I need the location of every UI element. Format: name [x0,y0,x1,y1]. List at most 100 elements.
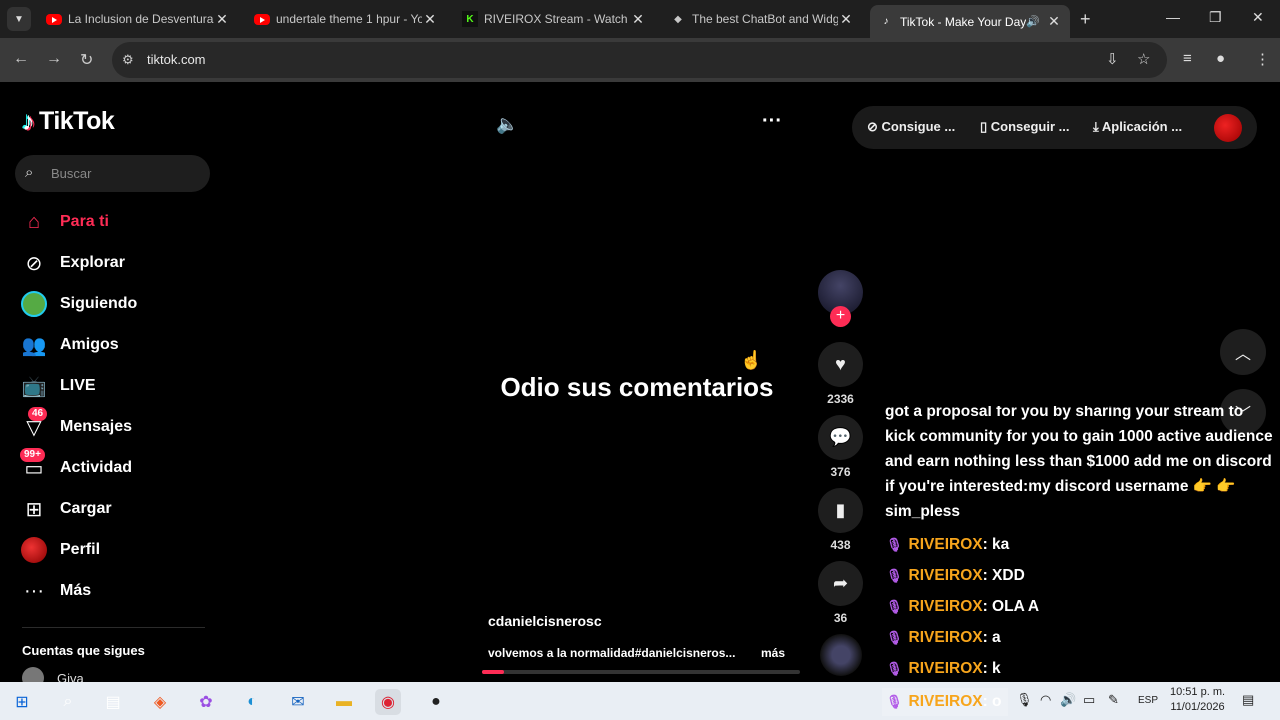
app-icon[interactable]: ● [423,689,449,715]
nav-label: Cargar [60,500,112,517]
previous-video-chevron-up-icon[interactable]: ︿ [1220,329,1266,375]
nav-item-siguiendo[interactable]: Siguiendo [18,286,208,322]
wifi-icon[interactable]: ◠ [1040,692,1051,708]
reload-icon[interactable]: ↻ [80,50,93,70]
download-app-button[interactable]: ⤓ Aplicación ... [1093,119,1182,135]
tab-search-chevron-icon[interactable]: ▼ [7,7,31,31]
browser-tab[interactable]: K RIVEIROX Stream - Watch Li ✕ [454,4,654,34]
music-disc-icon[interactable] [820,634,862,676]
user-avatar[interactable] [1214,114,1242,142]
nav-item-mas[interactable]: ··· Más [18,573,208,609]
like-count: 2336 [827,392,854,406]
video-author[interactable]: cdanielcisnerosc [488,613,602,629]
chat-username: RIVEIROX [908,629,983,646]
nav-item-explorar[interactable]: ⊘ Explorar [18,245,208,281]
chrome-icon[interactable]: ◉ [375,689,401,715]
search-box[interactable]: ⌕ [15,155,210,192]
browser-tab-bar: ▼ La Inclusion de Desventura ( ✕ underta… [0,0,1280,38]
browser-tab-active[interactable]: ♪ TikTok - Make Your Day 🔊 ✕ [870,5,1070,38]
like-heart-icon[interactable]: ♥ [818,342,863,387]
outlook-icon[interactable]: ✉ [285,689,311,715]
brave-icon[interactable]: ◈ [147,689,173,715]
close-tab-icon[interactable]: ✕ [838,11,854,28]
botrix-icon: ◆ [674,13,682,25]
microphone-icon: 🎙 [886,537,903,552]
more-dots-icon: ··· [24,579,44,602]
share-arrow-icon[interactable]: ➦ [818,561,863,606]
tiktok-logo[interactable]: ♪ TikTok [22,106,115,137]
windows-start-icon[interactable]: ⊞ [9,689,35,715]
video-progress-bar[interactable] [482,670,800,674]
close-window-icon[interactable]: ✕ [1252,9,1264,26]
live-tv-icon: 📺 [21,375,47,398]
nav-label: Mensajes [60,418,133,435]
install-app-icon[interactable]: ⇩ [1106,50,1119,68]
url-text[interactable]: tiktok.com [147,52,206,67]
battery-icon[interactable]: ▭ [1083,692,1095,708]
new-tab-icon[interactable]: + [1080,9,1091,30]
chat-line: 🎙 RIVEIROX: XDD [886,567,1025,585]
brand-name: TikTok [39,107,115,135]
nav-item-para-ti[interactable]: ⌂ Para ti [18,204,208,240]
chat-text: : XDD [982,567,1025,584]
tab-title: The best ChatBot and Widg [692,12,838,26]
get-coins-button[interactable]: ⊘ Consigue ... [867,119,955,135]
tiktok-icon: ♪ [883,16,889,27]
microphone-icon: 🎙 [886,599,903,614]
clock[interactable]: 10:51 p. m. 11/01/2026 [1170,685,1225,715]
top-action-label: Aplicación ... [1101,119,1183,134]
address-bar[interactable]: ⚙ tiktok.com [112,42,1167,78]
more-options-icon[interactable]: ··· [762,110,782,133]
close-tab-icon[interactable]: ✕ [630,11,646,28]
bookmark-star-icon[interactable]: ☆ [1137,50,1150,68]
bookmark-icon[interactable]: ▮ [818,488,863,533]
task-view-icon[interactable]: ▤ [100,689,126,715]
follow-plus-icon[interactable]: + [830,306,851,327]
file-explorer-icon[interactable]: ▬ [331,689,357,715]
nav-item-cargar[interactable]: ⊞ Cargar [18,491,208,527]
tab-title: La Inclusion de Desventura ( [68,12,214,26]
profile-avatar-icon[interactable]: ● [1216,50,1225,67]
browser-tab[interactable]: undertale theme 1 hpur - Yo ✕ [246,4,446,34]
search-icon[interactable]: ⌕ [55,689,81,715]
messages-badge: 46 [28,407,48,421]
copilot-icon[interactable]: ✿ [193,689,219,715]
browser-tab[interactable]: La Inclusion de Desventura ( ✕ [38,4,238,34]
nav-item-amigos[interactable]: 👥 Amigos [18,327,208,363]
forward-arrow-icon[interactable]: → [46,50,62,68]
nav-item-mensajes[interactable]: ▽ 46 Mensajes [18,407,208,445]
search-input[interactable] [51,163,201,183]
pen-icon[interactable]: ✎ [1108,692,1119,708]
browser-tab[interactable]: ◆ The best ChatBot and Widg ✕ [662,4,862,34]
activity-icon: ▭ 99+ [18,448,50,484]
edge-icon[interactable]: ◐ [239,689,265,715]
speaker-icon[interactable]: 🔊 [1060,692,1076,708]
chat-text: : ka [982,536,1010,553]
nav-item-perfil[interactable]: Perfil [18,532,208,568]
browser-menu-icon[interactable]: ⋮ [1255,50,1270,68]
audio-playing-icon[interactable]: 🔊 [1026,15,1040,28]
back-arrow-icon[interactable]: ← [13,50,29,68]
chat-message: got a proposal for you by sharing your s… [885,406,1273,520]
nav-item-live[interactable]: 📺 LIVE [18,368,208,404]
volume-icon[interactable]: 🔈 [496,114,518,135]
description-more-link[interactable]: más [761,646,785,660]
profile-avatar-icon [18,534,50,566]
site-info-icon[interactable]: ⚙ [122,52,134,68]
language-indicator[interactable]: ESP [1138,695,1158,706]
notifications-icon[interactable]: ▤ [1242,692,1254,708]
chat-username: RIVEIROX [908,567,983,584]
search-icon[interactable]: ⌕ [25,164,33,181]
close-tab-icon[interactable]: ✕ [422,11,438,28]
close-tab-icon[interactable]: ✕ [1046,13,1062,30]
maximize-icon[interactable]: ❐ [1209,9,1222,26]
microphone-icon[interactable]: 🎙 [1016,692,1033,708]
close-tab-icon[interactable]: ✕ [214,11,230,28]
media-control-icon[interactable]: ≡ [1183,50,1192,67]
get-app-button[interactable]: ▯ Conseguir ... [980,119,1070,135]
comment-icon[interactable]: 💬 [818,415,863,460]
nav-item-actividad[interactable]: ▭ 99+ Actividad [18,448,208,486]
minimize-icon[interactable]: — [1166,9,1180,25]
chat-text: : a [982,629,1001,646]
following-account[interactable]: Giva [22,667,84,682]
